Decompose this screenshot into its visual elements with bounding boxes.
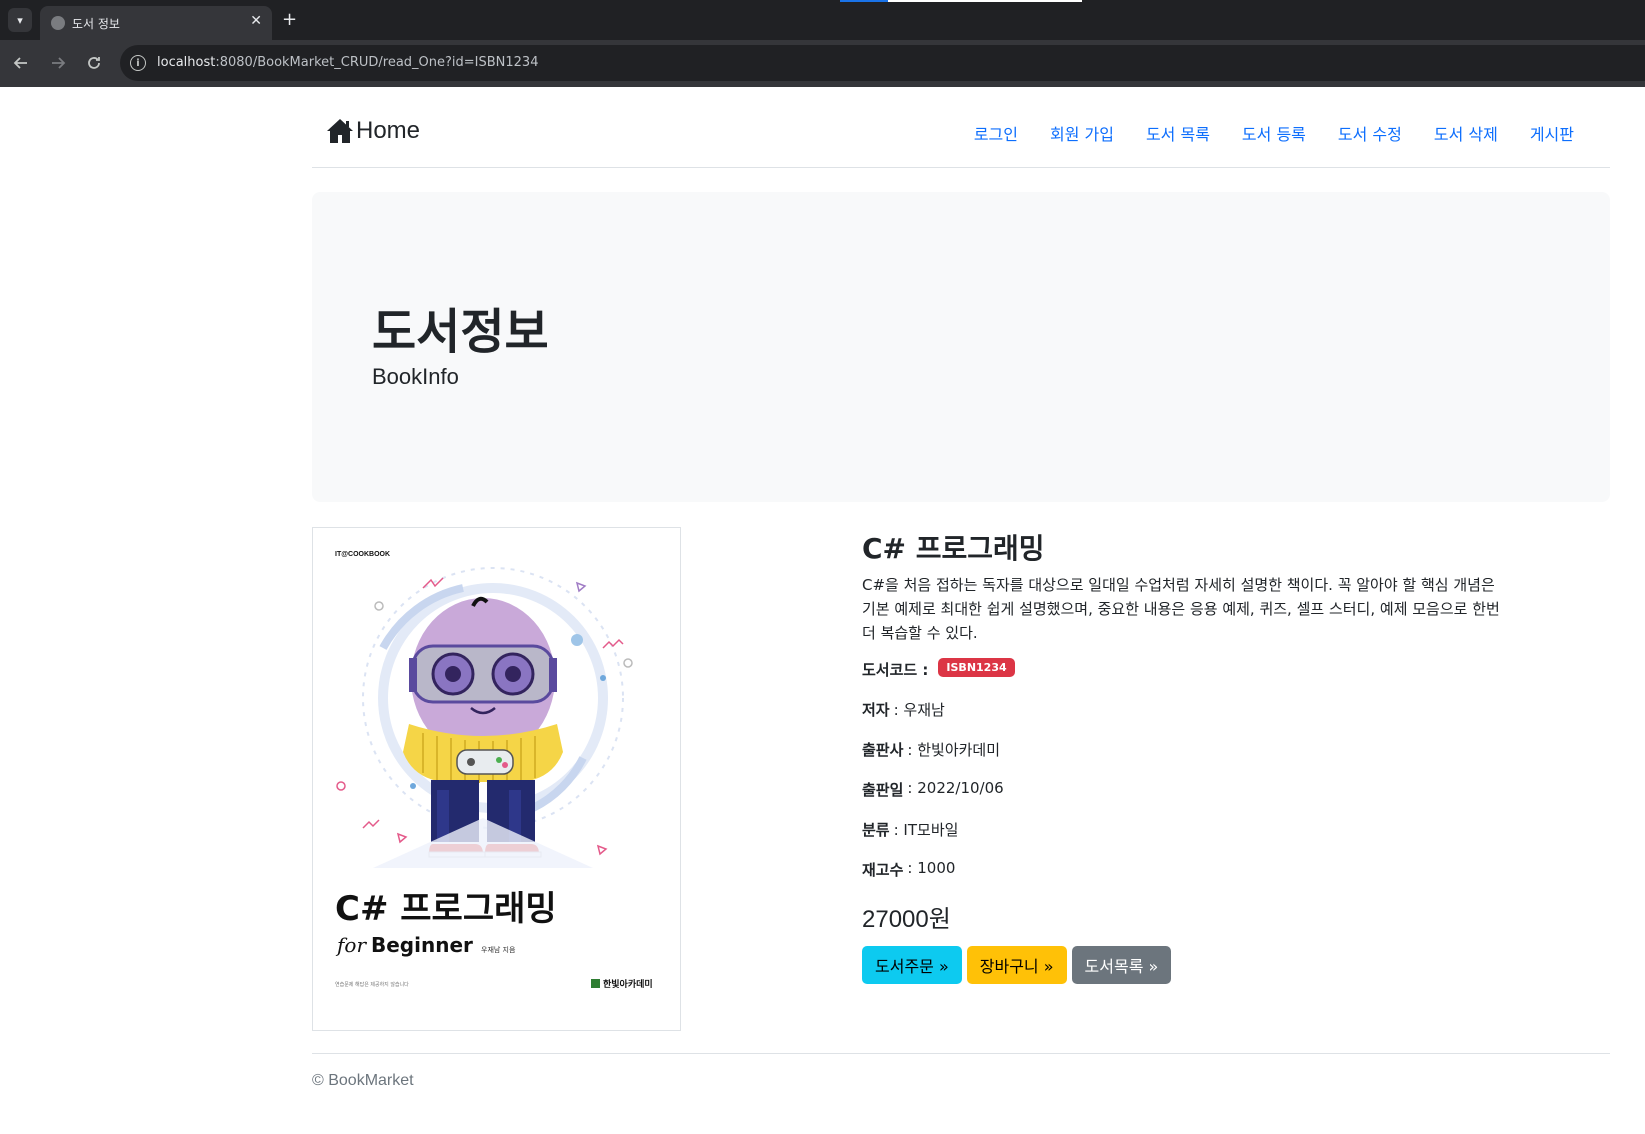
cart-button[interactable]: 장바구니 » <box>966 946 1067 984</box>
cover-subtitle-for: for <box>335 933 367 957</box>
release-date-value: : 2022/10/06 <box>907 779 1004 797</box>
forward-arrow-icon[interactable] <box>47 52 69 74</box>
main-nav: 로그인 회원 가입 도서 목록 도서 등록 도서 수정 도서 삭제 게시판 <box>958 121 1590 145</box>
release-date-row: 출판일 : 2022/10/06 <box>862 779 1512 819</box>
publisher-label: 출판사 <box>862 741 904 759</box>
browser-tab[interactable]: 도서 정보 ✕ <box>40 6 272 40</box>
new-tab-button[interactable]: + <box>282 9 297 30</box>
book-price: 27000원 <box>862 906 951 933</box>
book-code-label: 도서코드 : <box>862 661 929 679</box>
nav-book-edit[interactable]: 도서 수정 <box>1322 121 1418 145</box>
order-book-button[interactable]: 도서주문 » <box>862 946 962 984</box>
site-info-icon[interactable]: i <box>130 55 146 71</box>
nav-book-delete[interactable]: 도서 삭제 <box>1418 121 1514 145</box>
page-subtitle: BookInfo <box>372 364 459 389</box>
tab-strip-indicator <box>840 0 888 2</box>
back-arrow-icon[interactable] <box>10 52 32 74</box>
publisher-row: 출판사 : 한빛아카데미 <box>862 739 1512 779</box>
tab-title: 도서 정보 <box>72 17 120 31</box>
browser-toolbar: i localhost:8080/BookMarket_CRUD/read_On… <box>0 40 1645 87</box>
globe-icon <box>51 16 65 30</box>
url-text: localhost:8080/BookMarket_CRUD/read_One?… <box>157 55 538 70</box>
category-row: 분류 : IT모바일 <box>862 819 1512 859</box>
cover-tagline: 연습문제 해답은 제공하지 않습니다 <box>335 981 409 988</box>
nav-book-list[interactable]: 도서 목록 <box>1130 121 1226 145</box>
book-code-badge: ISBN1234 <box>938 658 1015 677</box>
book-code-row: 도서코드 : ISBN1234 <box>862 658 1512 699</box>
site-header: Home 로그인 회원 가입 도서 목록 도서 등록 도서 수정 도서 삭제 게… <box>312 87 1610 168</box>
book-cover-illustration: IT@COOKBOOK C# 프로그래밍 for Beginner 우재남 지음… <box>313 528 680 1030</box>
brand-label: Home <box>356 117 421 144</box>
home-link[interactable]: Home <box>326 117 420 145</box>
category-value: : IT모바일 <box>893 821 959 839</box>
url-path: :8080/BookMarket_CRUD/read_One?id=ISBN12… <box>215 55 539 70</box>
address-bar[interactable]: i localhost:8080/BookMarket_CRUD/read_On… <box>120 45 1645 81</box>
book-title: C# 프로그래밍 <box>862 532 1045 565</box>
book-details: C# 프로그래밍 C#을 처음 접하는 독자를 대상으로 일대일 수업처럼 자세… <box>862 527 1512 984</box>
nav-signup[interactable]: 회원 가입 <box>1034 121 1130 145</box>
url-host: localhost <box>157 55 216 70</box>
tab-strip-indicator-light <box>888 0 1082 2</box>
cover-publisher: 한빛아카데미 <box>603 978 653 990</box>
cover-author: 우재남 지음 <box>481 945 516 954</box>
page-content: Home 로그인 회원 가입 도서 목록 도서 등록 도서 수정 도서 삭제 게… <box>0 87 1645 1134</box>
author-value: : 우재남 <box>893 701 945 719</box>
book-description: C#을 처음 접하는 독자를 대상으로 일대일 수업처럼 자세히 설명한 책이다… <box>862 576 1500 642</box>
reload-icon[interactable] <box>83 52 105 74</box>
author-label: 저자 <box>862 701 890 719</box>
nav-login[interactable]: 로그인 <box>958 121 1034 145</box>
jumbotron: 도서정보 BookInfo <box>312 192 1610 502</box>
cover-title: C# 프로그래밍 <box>335 889 557 929</box>
cover-series: IT@COOKBOOK <box>335 551 390 558</box>
stock-label: 재고수 <box>862 861 904 879</box>
author-row: 저자 : 우재남 <box>862 699 1512 739</box>
tab-search-button[interactable]: ▾ <box>8 8 32 32</box>
release-date-label: 출판일 <box>862 781 904 799</box>
house-icon <box>327 119 353 143</box>
footer-text: © BookMarket <box>312 1072 414 1089</box>
publisher-value: : 한빛아카데미 <box>907 741 1001 759</box>
book-cover-image: IT@COOKBOOK C# 프로그래밍 for Beginner 우재남 지음… <box>312 527 681 1031</box>
nav-board[interactable]: 게시판 <box>1514 121 1590 145</box>
stock-row: 재고수 : 1000 <box>862 859 1512 899</box>
category-label: 분류 <box>862 821 890 839</box>
stock-value: : 1000 <box>907 859 956 877</box>
cover-subtitle-main: Beginner <box>371 933 473 957</box>
tab-close-icon[interactable]: ✕ <box>250 13 262 29</box>
nav-book-add[interactable]: 도서 등록 <box>1226 121 1322 145</box>
site-footer: © BookMarket <box>312 1053 1610 1090</box>
book-list-button[interactable]: 도서목록 » <box>1071 946 1172 984</box>
browser-tab-bar: ▾ 도서 정보 ✕ + <box>0 0 1645 40</box>
page-title: 도서정보 <box>372 304 549 360</box>
action-buttons: 도서주문 » 장바구니 » 도서목록 » <box>862 946 1512 984</box>
